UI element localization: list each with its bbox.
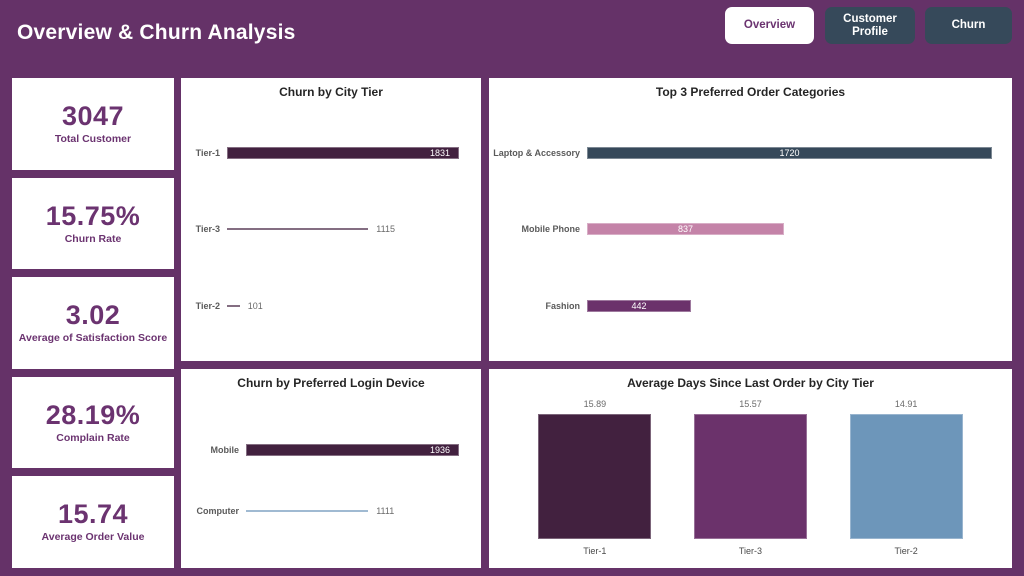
bar-track: 101: [227, 301, 459, 311]
bar-row[interactable]: Mobile 1936: [191, 427, 459, 472]
tab-churn[interactable]: Churn: [925, 7, 1012, 44]
bar-value-label: 1831: [429, 148, 450, 159]
bar-category-label: Tier-2: [894, 546, 918, 556]
kpi-label: Average Order Value: [41, 531, 145, 544]
chart-title: Churn by City Tier: [279, 85, 383, 99]
dashboard-root: Overview & Churn Analysis Overview Custo…: [0, 0, 1024, 576]
bar[interactable]: 1936: [246, 443, 459, 456]
kpi-value: 3047: [61, 101, 125, 132]
bar-category-label: Mobile: [210, 444, 240, 455]
chart-title: Top 3 Preferred Order Categories: [655, 85, 846, 99]
chart-panel-churn-by-preferred-login-device: Churn by Preferred Login Device Mobile 19…: [181, 369, 481, 568]
bar-category-label: Tier-1: [583, 546, 607, 556]
chart-plot-area: Mobile 1936 Computer 1111: [191, 427, 459, 533]
chart-title: Average Days Since Last Order by City Ti…: [627, 376, 874, 390]
bar[interactable]: [693, 414, 807, 539]
chart-title: Churn by Preferred Login Device: [237, 376, 425, 390]
kpi-card-complain-rate[interactable]: 28.19% Complain Rate: [12, 376, 174, 469]
kpi-label: Churn Rate: [64, 232, 122, 245]
bar-track: 442: [587, 299, 992, 312]
bar-track: 1115: [227, 224, 459, 234]
bar-value-label: 101: [247, 300, 263, 311]
bar-track: 1720: [587, 147, 992, 160]
kpi-label: Complain Rate: [56, 431, 130, 444]
kpi-value: 15.75%: [45, 200, 141, 231]
chart-panel-churn-by-city-tier: Churn by City Tier Tier-1 1831 Tier-3 1115 T…: [181, 78, 481, 361]
chart-plot-area: Laptop & Accessory 1720 Mobile Phone 837 Fas…: [489, 128, 992, 331]
tab-overview-label: Overview: [743, 19, 796, 31]
kpi-card-average-order-value[interactable]: 15.74 Average Order Value: [12, 476, 174, 568]
bar-category-label: Tier-2: [195, 300, 220, 311]
bar-track: 1936: [246, 443, 459, 456]
bar-track: 837: [587, 223, 992, 236]
tab-customer-profile-label: Customer Profile: [843, 12, 897, 38]
bar-row[interactable]: Mobile Phone 837: [489, 204, 992, 254]
bar[interactable]: [538, 414, 652, 539]
tab-overview[interactable]: Overview: [725, 7, 814, 44]
tab-customer-profile[interactable]: Customer Profile: [825, 7, 915, 44]
bar-value-label: 14.91: [894, 399, 918, 409]
bar[interactable]: [227, 304, 240, 307]
kpi-label: Average of Satisfaction Score: [18, 332, 168, 345]
kpi-value: 15.74: [57, 499, 129, 530]
bar-row[interactable]: Tier-1 1831: [191, 128, 459, 178]
page-title: Overview & Churn Analysis: [17, 21, 296, 44]
bar-row[interactable]: Tier-2 101: [191, 281, 459, 331]
kpi-value: 28.19%: [45, 399, 141, 430]
bar[interactable]: [246, 509, 369, 512]
bar-category-label: Tier-3: [195, 224, 220, 235]
bar[interactable]: 837: [587, 223, 785, 236]
chart-plot-area: 15.89 Tier-1 15.57 Tier-3 14.91 Tier-2: [517, 399, 984, 556]
bar-value-label: 1115: [376, 224, 395, 235]
bar-value-label: 442: [631, 300, 647, 311]
bar[interactable]: [849, 414, 963, 539]
chart-plot-area: Tier-1 1831 Tier-3 1115 Tier-2 101: [191, 128, 459, 331]
bar-category-label: Laptop & Accessory: [493, 148, 580, 159]
bar-value-label: 1720: [779, 148, 800, 159]
bar[interactable]: 1831: [227, 147, 459, 160]
bar-category-label: Mobile Phone: [521, 224, 581, 235]
bar-value-label: 1936: [429, 444, 450, 455]
kpi-sidebar: 3047 Total Customer 15.75% Churn Rate 3.…: [12, 78, 174, 568]
bar[interactable]: 442: [587, 299, 692, 312]
bar-row[interactable]: Laptop & Accessory 1720: [489, 128, 992, 178]
kpi-label: Total Customer: [54, 133, 132, 146]
chart-panel-top-preferred-order-categories: Top 3 Preferred Order Categories Laptop …: [489, 78, 1012, 361]
bar-column[interactable]: 15.57 Tier-3: [675, 399, 825, 556]
bar-column[interactable]: 14.91 Tier-2: [831, 399, 981, 556]
kpi-card-avg-satisfaction-score[interactable]: 3.02 Average of Satisfaction Score: [12, 277, 174, 369]
bar-track: 1111: [246, 506, 459, 516]
bar-row[interactable]: Fashion 442: [489, 281, 992, 331]
kpi-value: 3.02: [65, 300, 121, 331]
bar-category-label: Tier-3: [738, 546, 763, 556]
bar[interactable]: [227, 228, 369, 231]
kpi-card-churn-rate[interactable]: 15.75% Churn Rate: [12, 177, 174, 270]
bar-category-label: Computer: [196, 505, 240, 516]
chart-panel-avg-days-since-last-order: Average Days Since Last Order by City Ti…: [489, 369, 1012, 568]
bar-value-label: 15.89: [583, 399, 607, 409]
bar-category-label: Tier-1: [195, 148, 220, 159]
bar-value-label: 1111: [376, 505, 395, 516]
bar-row[interactable]: Tier-3 1115: [191, 204, 459, 254]
bar-category-label: Fashion: [545, 300, 580, 311]
bar-row[interactable]: Computer 1111: [191, 488, 459, 533]
bar-value-label: 837: [678, 224, 694, 235]
bar-value-label: 15.57: [739, 399, 762, 409]
bar-column[interactable]: 15.89 Tier-1: [520, 399, 670, 556]
kpi-card-total-customer[interactable]: 3047 Total Customer: [12, 78, 174, 170]
bar-track: 1831: [227, 147, 459, 160]
tab-churn-label: Churn: [951, 19, 986, 31]
bar[interactable]: 1720: [587, 147, 992, 160]
header-bar: Overview & Churn Analysis Overview Custo…: [0, 0, 1024, 68]
